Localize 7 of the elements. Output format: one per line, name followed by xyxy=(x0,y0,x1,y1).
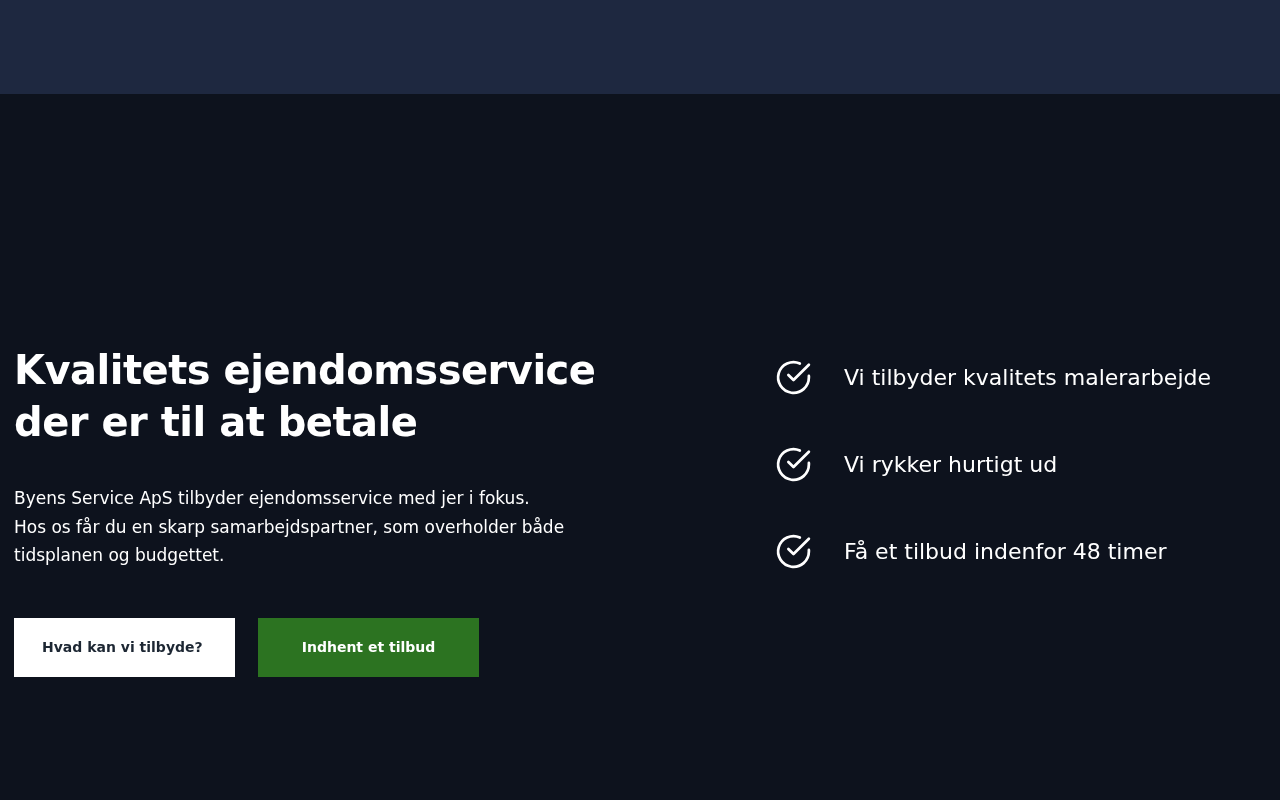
feature-text: Vi rykker hurtigt ud xyxy=(844,452,1058,477)
services-button[interactable]: Hvad kan vi tilbyde? xyxy=(14,617,235,677)
quote-button[interactable]: Indhent et tilbud xyxy=(258,617,479,677)
feature-text: Vi tilbyder kvalitets malerarbejde xyxy=(844,365,1211,390)
hero-description: Byens Service ApS tilbyder ejendomsservice med jer i fokus. Hos os får du en skarp samarbejdspartner, som overholder både tidsplanen og budgettet. xyxy=(14,487,566,567)
feature-text: Få et tilbud indenfor 48 timer xyxy=(844,539,1167,564)
hero-title: Kvalitets ejendomsservice der er til at betale xyxy=(14,346,597,447)
